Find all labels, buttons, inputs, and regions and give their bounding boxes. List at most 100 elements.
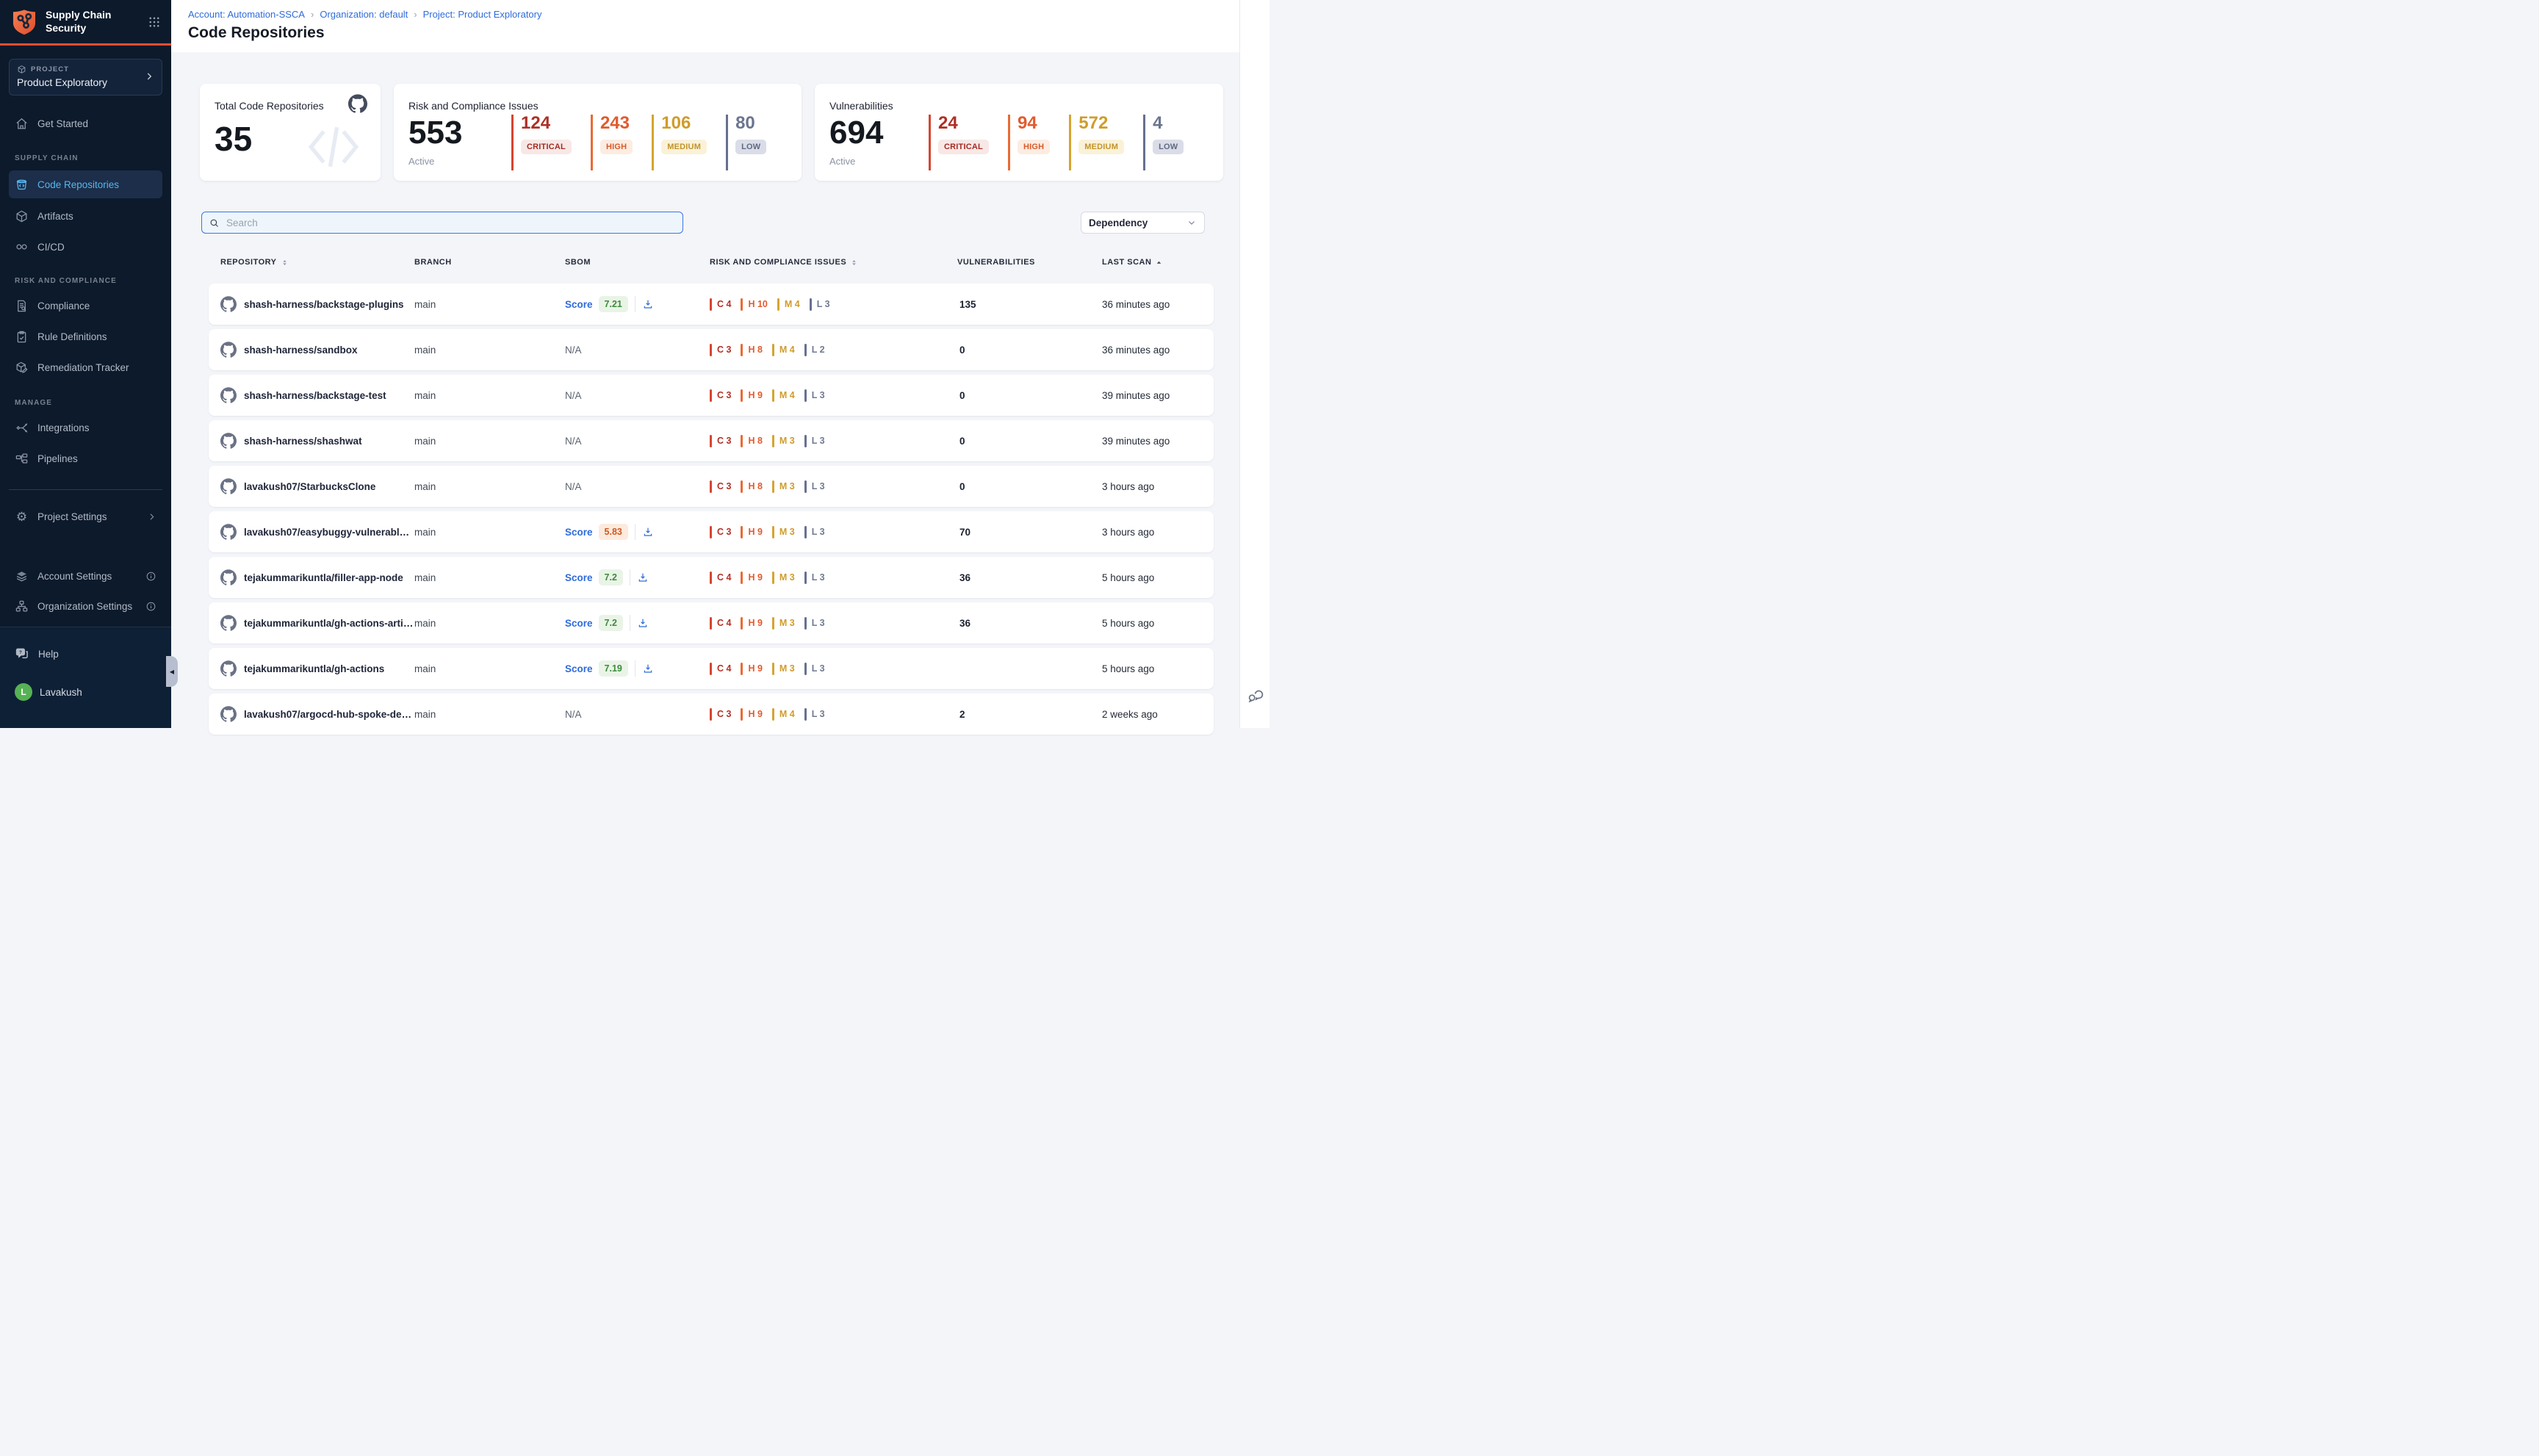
table-row[interactable]: tejakummarikuntla/filler-app-node mainSco…: [209, 557, 1214, 598]
severity-low: L 3: [804, 389, 825, 402]
sbom-score-link[interactable]: Score: [565, 618, 593, 629]
sbom-score-link[interactable]: Score: [565, 299, 593, 310]
sbom-score-badge: 7.2: [599, 569, 623, 585]
project-selector[interactable]: PROJECT Product Exploratory: [9, 59, 162, 95]
sidebar-item-get-started[interactable]: Get Started: [9, 111, 162, 136]
help-label: Help: [38, 649, 59, 660]
download-sbom-icon[interactable]: [642, 298, 654, 310]
table-row[interactable]: tejakummarikuntla/gh-actions-artifactsma…: [209, 602, 1214, 644]
sidebar-item-account-settings[interactable]: Account Settings: [9, 563, 162, 588]
repository-name[interactable]: lavakush07/easybuggy-vulnerable-app...: [244, 527, 414, 538]
sbom-score-link[interactable]: Score: [565, 572, 593, 583]
table-row[interactable]: shash-harness/backstage-plugins mainScore…: [209, 284, 1214, 325]
risk-cell: C 3H 9M 3L 3: [710, 526, 957, 538]
pipelines-icon: [15, 452, 29, 466]
search-input[interactable]: [225, 217, 676, 229]
risk-cell: C 3H 9M 4L 3: [710, 389, 957, 402]
repository-name[interactable]: lavakush07/argocd-hub-spoke-demo: [244, 709, 414, 720]
download-sbom-icon[interactable]: [637, 572, 649, 583]
repository-name[interactable]: lavakush07/StarbucksClone: [244, 481, 375, 492]
sidebar-item-remediation-tracker[interactable]: Remediation Tracker: [9, 355, 162, 380]
support-chat-icon[interactable]: [1246, 687, 1264, 704]
download-sbom-icon[interactable]: [637, 617, 649, 629]
sbom-cell: N/A: [565, 390, 710, 401]
svg-text:?: ?: [19, 650, 22, 655]
search-icon: [209, 217, 220, 228]
sidebar-item-rule-definitions[interactable]: Rule Definitions: [9, 324, 162, 349]
severity-medium: M 3: [772, 526, 795, 538]
severity-critical: C 3: [710, 389, 731, 402]
sort-ascending-icon[interactable]: [1155, 259, 1163, 267]
breadcrumb-organization-link[interactable]: Organization: default: [320, 9, 408, 20]
severity-critical: C 4: [710, 617, 731, 630]
sort-icon[interactable]: [281, 258, 289, 267]
branch-cell: main: [414, 527, 565, 538]
table-row[interactable]: shash-harness/sandboxmainN/AC 3H 8M 4L 2…: [209, 329, 1214, 370]
repository-name[interactable]: tejakummarikuntla/gh-actions-artifacts: [244, 618, 414, 629]
filter-dropdown[interactable]: Dependency: [1081, 212, 1205, 234]
column-header-risk[interactable]: RISK AND COMPLIANCE ISSUES: [710, 258, 957, 267]
download-sbom-icon[interactable]: [642, 526, 654, 538]
user-menu[interactable]: L Lavakush: [15, 680, 156, 704]
severity-medium: M 3: [772, 572, 795, 584]
sbom-na: N/A: [565, 390, 582, 401]
sidebar-item-compliance[interactable]: Compliance: [9, 293, 162, 318]
download-sbom-icon[interactable]: [642, 663, 654, 674]
table-row[interactable]: lavakush07/argocd-hub-spoke-demomainN/AC…: [209, 693, 1214, 735]
active-label: Active: [829, 156, 855, 167]
sidebar-item-project-settings[interactable]: ⚙ Project Settings: [9, 504, 162, 529]
sidebar-item-label: Remediation Tracker: [37, 362, 129, 373]
branch-cell: main: [414, 299, 565, 310]
stat-label: LOW: [735, 140, 766, 154]
sidebar-item-organization-settings[interactable]: Organization Settings: [9, 594, 162, 619]
card-title: Vulnerabilities: [829, 100, 893, 112]
severity-critical: C 3: [710, 708, 731, 721]
table-row[interactable]: lavakush07/StarbucksClonemainN/AC 3H 8M …: [209, 466, 1214, 507]
repository-name[interactable]: shash-harness/shashwat: [244, 436, 362, 447]
sort-icon[interactable]: [850, 258, 858, 267]
sbom-score-link[interactable]: Score: [565, 663, 593, 674]
sidebar-item-pipelines[interactable]: Pipelines: [9, 446, 162, 471]
repository-name[interactable]: shash-harness/sandbox: [244, 345, 358, 356]
help-button[interactable]: ? Help: [15, 641, 156, 666]
right-rail: [1239, 0, 1270, 728]
table-row[interactable]: shash-harness/shashwatmainN/AC 3H 8M 3L …: [209, 420, 1214, 461]
branch-cell: main: [414, 572, 565, 583]
severity-critical: C 3: [710, 480, 731, 493]
sidebar-item-label: Integrations: [37, 422, 90, 433]
sbom-cell: Score 7.2: [565, 569, 710, 585]
sidebar-item-label: Organization Settings: [37, 601, 132, 612]
github-icon: [220, 342, 237, 358]
sidebar-collapse-handle[interactable]: ◀: [166, 656, 178, 687]
breadcrumb-project-link[interactable]: Project: Product Exploratory: [423, 9, 542, 20]
compliance-doc-icon: [15, 299, 29, 313]
app-title: Supply Chain Security: [46, 9, 148, 35]
column-header-repository[interactable]: REPOSITORY: [220, 258, 414, 267]
vulnerabilities-cell: 0: [957, 390, 1102, 401]
table-row[interactable]: lavakush07/easybuggy-vulnerable-app...ma…: [209, 511, 1214, 552]
column-header-last-scan[interactable]: LAST SCAN: [1102, 258, 1202, 267]
card-title: Total Code Repositories: [215, 100, 324, 112]
last-scan-cell: 5 hours ago: [1102, 572, 1202, 583]
branch-cell: main: [414, 436, 565, 447]
repository-name[interactable]: shash-harness/backstage-plugins: [244, 299, 404, 310]
sidebar-item-label: Account Settings: [37, 571, 112, 582]
app-grid-icon[interactable]: [148, 15, 161, 29]
breadcrumb-account-link[interactable]: Account: Automation-SSCA: [188, 9, 305, 20]
sidebar-item-code-repositories[interactable]: Code Repositories: [9, 170, 162, 198]
supply-chain-security-logo-icon: [10, 7, 38, 37]
severity-high: H 9: [741, 663, 762, 675]
repository-name[interactable]: tejakummarikuntla/filler-app-node: [244, 572, 403, 583]
severity-critical: C 3: [710, 435, 731, 447]
filter-value: Dependency: [1089, 217, 1186, 228]
repository-name[interactable]: shash-harness/backstage-test: [244, 390, 386, 401]
sidebar-item-cicd[interactable]: CI/CD: [9, 234, 162, 259]
sidebar-item-integrations[interactable]: Integrations: [9, 415, 162, 440]
sbom-score-link[interactable]: Score: [565, 527, 593, 538]
table-row[interactable]: tejakummarikuntla/gh-actionsmainScore7.1…: [209, 648, 1214, 689]
sbom-score-badge: 7.21: [599, 296, 628, 312]
table-row[interactable]: shash-harness/backstage-testmainN/AC 3H …: [209, 375, 1214, 416]
sidebar-divider: [9, 489, 162, 490]
repository-name[interactable]: tejakummarikuntla/gh-actions: [244, 663, 384, 674]
sidebar-item-artifacts[interactable]: Artifacts: [9, 203, 162, 228]
